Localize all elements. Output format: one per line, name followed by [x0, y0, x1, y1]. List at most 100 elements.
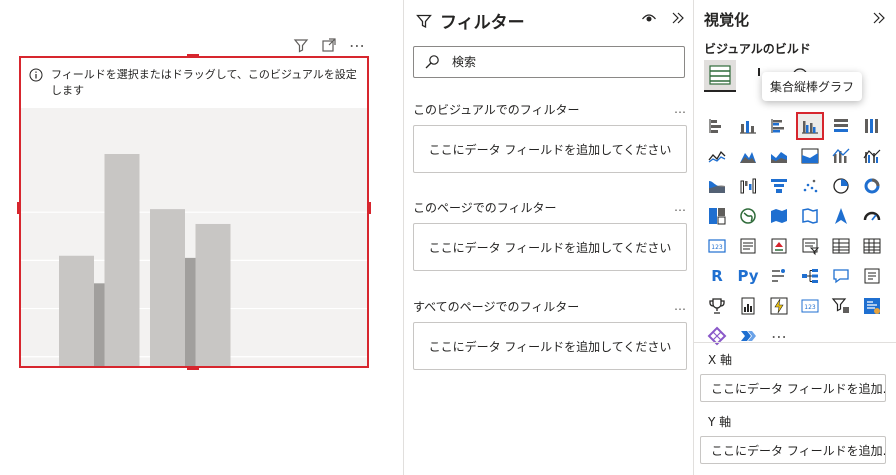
filter-drop-zone[interactable]: ここにデータ フィールドを追加してください: [413, 125, 687, 173]
filter-icon[interactable]: [293, 37, 309, 53]
key-influencers-icon[interactable]: [766, 263, 792, 289]
custom-filter-visual-icon[interactable]: [828, 293, 854, 319]
r-script-visual-icon[interactable]: R: [704, 263, 730, 289]
stacked-area-chart-icon[interactable]: [766, 143, 792, 169]
card-icon[interactable]: 123: [704, 233, 730, 259]
resize-handle-top[interactable]: [187, 54, 199, 58]
ribbon-stream-icon[interactable]: [704, 173, 730, 199]
card-icon-text: 123: [711, 244, 723, 251]
filters-search[interactable]: [413, 46, 685, 78]
ghost-bar: [150, 209, 185, 366]
gauge-icon[interactable]: [859, 203, 885, 229]
y-axis-well-label: Y 軸: [708, 415, 732, 429]
resize-handle-right[interactable]: [367, 202, 371, 214]
kpi-icon[interactable]: [766, 233, 792, 259]
section-title: このページでのフィルター: [413, 200, 557, 215]
x-axis-well-label: X 軸: [708, 353, 733, 367]
line-and-clustered-column-icon[interactable]: [859, 143, 885, 169]
pie-chart-icon[interactable]: [828, 173, 854, 199]
search-input[interactable]: [452, 55, 652, 69]
kpi-icon-text: 123: [804, 304, 816, 311]
more-options-icon[interactable]: …: [674, 102, 687, 116]
ghost-bar: [195, 223, 231, 366]
visual-type-tooltip: 集合縦棒グラフ: [762, 72, 863, 101]
waterfall-chart-icon[interactable]: [735, 173, 761, 199]
info-icon: [29, 68, 43, 82]
visual-header: ⋯: [293, 36, 365, 55]
power-automate-flow-icon[interactable]: [735, 323, 761, 349]
report-canvas: ⋯ フィールドを選択またはドラッグして、このビジュアルを設定します: [0, 0, 403, 475]
matrix-icon[interactable]: [859, 233, 885, 259]
build-visual-tab[interactable]: [704, 60, 736, 92]
ghost-bar: [59, 255, 94, 366]
filter-section-all-pages: すべてのページでのフィルター … ここにデータ フィールドを追加してください: [413, 296, 687, 370]
filter-drop-zone[interactable]: ここにデータ フィールドを追加してください: [413, 322, 687, 370]
section-title: このビジュアルでのフィルター: [413, 102, 580, 117]
section-title: すべてのページでのフィルター: [413, 299, 580, 314]
clustered-column-chart-icon[interactable]: [796, 112, 824, 140]
focus-mode-icon[interactable]: [321, 37, 337, 53]
more-options-icon[interactable]: ⋯: [349, 36, 365, 55]
table-build-icon: [709, 65, 731, 85]
ribbon-chart-icon[interactable]: [797, 143, 823, 169]
visual-info-text: フィールドを選択またはドラッグして、このビジュアルを設定します: [51, 68, 357, 97]
collapse-visualizations-icon[interactable]: [872, 11, 886, 25]
visualizations-pane: 視覚化 ビジュアルのビルド 123 R Py 123 ⋯ 集合縦棒グラフ X 軸…: [694, 0, 896, 475]
visualizations-title: 視覚化: [704, 11, 750, 29]
power-apps-icon[interactable]: [766, 293, 792, 319]
build-visual-label: ビジュアルのビルド: [704, 42, 811, 56]
r-icon-text: R: [711, 267, 723, 285]
table-icon[interactable]: [828, 233, 854, 259]
decomposition-tree-icon[interactable]: [797, 263, 823, 289]
multi-row-card-icon[interactable]: [735, 233, 761, 259]
paginated-report-icon[interactable]: [735, 293, 761, 319]
filter-icon: [416, 14, 432, 28]
more-options-icon[interactable]: …: [674, 200, 687, 214]
more-options-icon[interactable]: …: [674, 299, 687, 313]
pane-divider: [694, 342, 896, 343]
eye-icon[interactable]: [641, 11, 657, 25]
filled-map-icon[interactable]: [766, 203, 792, 229]
placeholder-chart: [21, 154, 367, 366]
map-icon[interactable]: [735, 203, 761, 229]
100-stacked-column-chart-icon[interactable]: [859, 113, 885, 139]
resize-handle-bottom[interactable]: [187, 366, 199, 370]
visual-info-banner: フィールドを選択またはドラッグして、このビジュアルを設定します: [21, 58, 367, 108]
y-axis-drop-zone[interactable]: ここにデータ フィールドを追加...: [700, 436, 886, 464]
python-visual-icon[interactable]: Py: [735, 263, 761, 289]
shape-map-icon[interactable]: [797, 203, 823, 229]
clustered-bar-chart-icon[interactable]: [766, 113, 792, 139]
scatter-chart-icon[interactable]: [797, 173, 823, 199]
funnel-chart-icon[interactable]: [766, 173, 792, 199]
smart-narrative-icon[interactable]: [859, 293, 885, 319]
filters-header: フィルター: [416, 8, 525, 33]
qa-visual-icon[interactable]: [828, 263, 854, 289]
azure-map-icon[interactable]: [828, 203, 854, 229]
narrative-visual-icon[interactable]: [859, 263, 885, 289]
more-visuals-icon[interactable]: ⋯: [766, 323, 792, 349]
resize-handle-left[interactable]: [17, 202, 21, 214]
filter-drop-zone[interactable]: ここにデータ フィールドを追加してください: [413, 223, 687, 271]
empty-visual-placeholder[interactable]: フィールドを選択またはドラッグして、このビジュアルを設定します: [17, 54, 371, 370]
filters-title: フィルター: [440, 13, 525, 33]
slicer-icon[interactable]: [797, 233, 823, 259]
goals-trophy-icon[interactable]: [704, 293, 730, 319]
py-icon-text: Py: [737, 267, 759, 285]
area-chart-icon[interactable]: [735, 143, 761, 169]
filter-section-visual: このビジュアルでのフィルター … ここにデータ フィールドを追加してください: [413, 99, 687, 173]
x-axis-drop-zone[interactable]: ここにデータ フィールドを追加...: [700, 374, 886, 402]
filter-section-page: このページでのフィルター … ここにデータ フィールドを追加してください: [413, 197, 687, 271]
donut-chart-icon[interactable]: [859, 173, 885, 199]
100-stacked-bar-chart-icon[interactable]: [828, 113, 854, 139]
power-automate-icon[interactable]: 123: [797, 293, 823, 319]
visual-type-gallery: 123 R Py 123 ⋯: [704, 112, 885, 349]
arcgis-icon[interactable]: [704, 323, 730, 349]
ghost-bar: [104, 154, 140, 366]
treemap-icon[interactable]: [704, 203, 730, 229]
line-and-stacked-column-icon[interactable]: [828, 143, 854, 169]
stacked-bar-chart-icon[interactable]: [704, 113, 730, 139]
collapse-filters-icon[interactable]: [671, 11, 685, 25]
line-chart-icon[interactable]: [704, 143, 730, 169]
search-icon: [425, 55, 439, 69]
stacked-column-chart-icon[interactable]: [735, 113, 761, 139]
